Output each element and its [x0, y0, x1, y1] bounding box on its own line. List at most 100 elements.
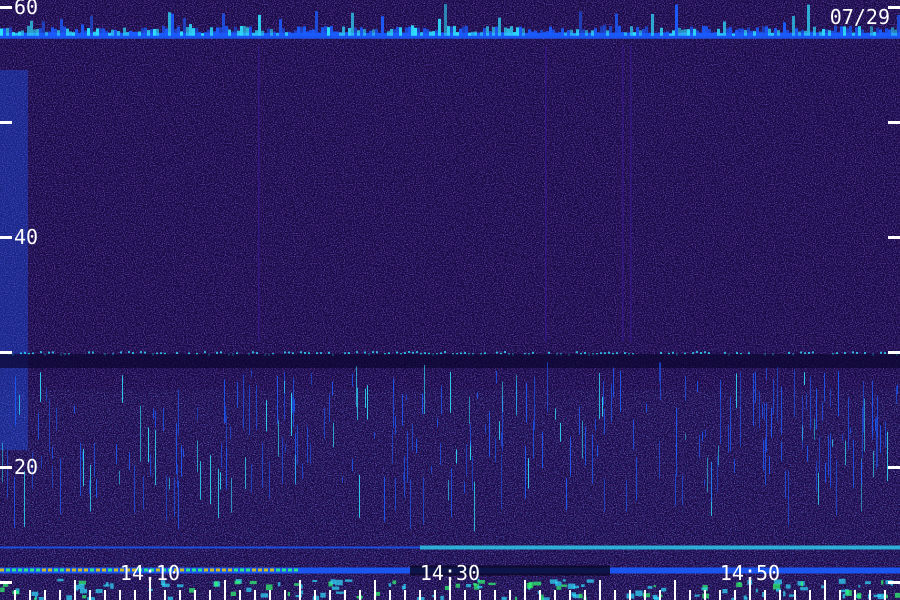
spectrogram-stage: 20 40 60 14:10 14:30 14:50 07/29: [0, 0, 900, 600]
emission-streak: [403, 474, 404, 481]
band-top-spike: [222, 13, 225, 36]
emission-streak: [547, 362, 548, 413]
x-tick-minor: [794, 590, 796, 600]
emission-streak: [660, 362, 661, 401]
band-bottom-speck: [661, 587, 667, 592]
band-top-spike: [318, 32, 321, 36]
band-bottom-speck: [877, 593, 885, 600]
emission-streak: [685, 433, 686, 441]
emission-streak: [781, 386, 782, 435]
band-top-spike: [549, 26, 552, 36]
emission-streak: [836, 459, 837, 516]
band-bottom-hot: [72, 568, 76, 572]
emission-streak: [297, 425, 298, 465]
band-top-spike: [552, 29, 555, 36]
band-top-spike: [837, 32, 840, 36]
band-bottom-speck: [31, 591, 39, 596]
band-bottom-hot: [282, 568, 286, 572]
band-bottom-speck: [110, 583, 114, 589]
emission-streak: [292, 397, 293, 414]
band-bottom-speck: [260, 593, 269, 598]
emission-streak: [528, 458, 529, 489]
emission-streak: [702, 431, 703, 442]
band-top-spike: [627, 32, 630, 36]
band-top-spike: [396, 26, 399, 36]
emission-streak: [830, 433, 831, 488]
band-top-spike: [54, 28, 57, 36]
emission-streak: [766, 367, 767, 380]
band-top-spike: [573, 33, 576, 36]
emission-streak: [178, 389, 179, 435]
band-top-spike: [873, 31, 876, 36]
band-mid-dot: [504, 351, 506, 354]
emission-streak: [251, 464, 252, 493]
left-edge-glow: [0, 70, 28, 450]
band-top-spike: [525, 33, 528, 36]
band-top-spike: [567, 30, 570, 36]
band-top-spike: [48, 31, 51, 36]
emission-streak: [777, 367, 778, 421]
band-top-spike: [237, 30, 240, 36]
y-tick-label: 60: [14, 0, 38, 19]
band-top-spike: [651, 13, 654, 36]
band-top-spike: [255, 30, 258, 36]
emission-streak: [155, 410, 156, 428]
band-top-spike: [399, 27, 402, 36]
emission-streak: [525, 445, 526, 499]
band-mid-dot: [736, 352, 738, 355]
band-top-spike: [174, 28, 177, 36]
band-top-spike: [852, 32, 855, 36]
band-top-spike: [120, 32, 123, 36]
band-top-spike: [465, 25, 468, 36]
emission-streak: [245, 457, 246, 490]
band-top-spike: [498, 17, 501, 36]
band-top-spike: [216, 27, 219, 36]
band-top-spike: [660, 27, 663, 36]
band-top-spike: [462, 26, 465, 36]
emission-streak: [450, 371, 451, 413]
band-top-spike: [822, 28, 825, 36]
band-top-spike: [90, 16, 93, 36]
band-top-spike: [219, 27, 222, 36]
x-tick-major: [299, 580, 301, 600]
emission-streak: [392, 429, 393, 464]
band-top-spike: [411, 25, 414, 36]
x-tick-minor: [509, 590, 511, 600]
band-top-spike: [33, 29, 36, 36]
x-tick-minor: [134, 590, 136, 600]
emission-streak: [352, 458, 353, 472]
band-top-spike: [726, 28, 729, 36]
band-bottom-hot: [210, 568, 214, 572]
band-bottom-speck: [392, 580, 397, 585]
band-top-spike: [162, 25, 165, 36]
emission-streak: [838, 371, 839, 417]
band-top-spike: [522, 28, 525, 36]
band-top-spike: [744, 30, 747, 36]
emission-streak: [697, 381, 698, 393]
emission-streak: [38, 413, 39, 440]
emission-streak: [613, 367, 614, 398]
band-mid-dot: [704, 351, 706, 354]
band-top-spike: [417, 27, 420, 36]
emission-streak: [819, 436, 820, 472]
band-bottom-speck: [335, 591, 344, 594]
emission-streak: [197, 440, 198, 473]
band-top-spike: [867, 32, 870, 36]
emission-streak: [311, 372, 312, 386]
emission-streak: [794, 369, 795, 417]
band-bottom-speck: [528, 581, 534, 588]
band-top-spike: [72, 32, 75, 36]
x-tick-label: 14:30: [420, 561, 480, 585]
band-bottom-speck: [864, 581, 871, 585]
emission-streak: [218, 468, 219, 519]
emission-streak: [560, 422, 561, 442]
emission-streak: [877, 431, 878, 467]
band-top-spike: [861, 29, 864, 36]
band-top-spike: [519, 26, 522, 36]
band-top-spike: [558, 31, 561, 36]
band-top-spike: [807, 4, 810, 36]
emission-streak: [592, 433, 593, 484]
x-tick-minor: [494, 590, 496, 600]
emission-streak: [675, 473, 676, 506]
x-tick-minor: [179, 590, 181, 600]
